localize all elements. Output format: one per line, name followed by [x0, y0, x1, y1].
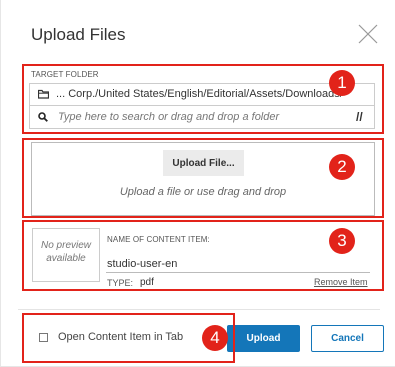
- callout-badge-3: 3: [329, 228, 355, 254]
- callout-box-1: [22, 64, 384, 134]
- close-icon[interactable]: [357, 23, 379, 45]
- callout-box-3: [22, 220, 384, 291]
- callout-badge-1: 1: [329, 70, 355, 96]
- dialog-left-edge: [0, 0, 1, 367]
- footer-divider: [18, 309, 380, 310]
- upload-button[interactable]: Upload: [227, 325, 300, 352]
- cancel-button[interactable]: Cancel: [311, 325, 384, 352]
- dialog-title: Upload Files: [31, 25, 126, 44]
- callout-box-2: [22, 138, 384, 218]
- callout-badge-2: 2: [329, 154, 355, 180]
- callout-badge-4: 4: [202, 325, 228, 351]
- upload-files-dialog: Upload Files TARGET FOLDER ... Corp./Uni…: [0, 0, 395, 367]
